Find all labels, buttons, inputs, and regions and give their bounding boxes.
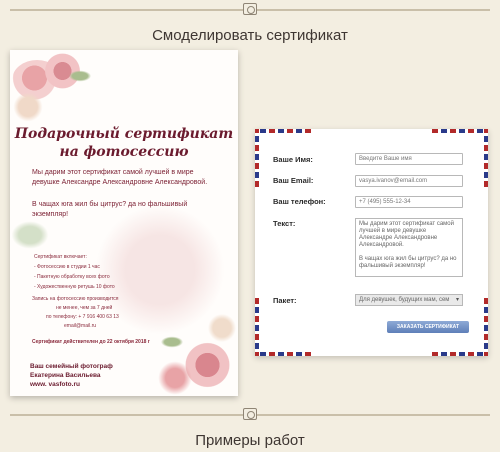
flower-decoration (10, 92, 46, 122)
certificate-includes-label: Сертификат включает: (34, 254, 87, 260)
certificate-booking-line: по телефону: + 7 916 400 63 13 (46, 314, 119, 320)
certificate-message-line2: девушке Александре Александровне Алексан… (32, 179, 208, 186)
certificate-title-line1: Подарочный сертификат (14, 126, 234, 142)
leaf-decoration (10, 220, 50, 250)
certificate-booking-line: Запись на фотосессию производится (32, 296, 119, 302)
certificate-include-item: - Фотосессию в студии 1 час (34, 264, 100, 270)
airmail-stripe (484, 129, 488, 187)
flower-decoration (206, 312, 238, 344)
leaf-decoration (68, 70, 92, 82)
top-divider (10, 3, 490, 15)
order-certificate-button[interactable]: ЗАКАЗАТЬ СЕРТИФИКАТ (387, 321, 469, 333)
email-input[interactable]: vasya.ivanov@email.com (355, 175, 463, 187)
airmail-stripe (484, 298, 488, 356)
email-label: Ваш Email: (273, 176, 314, 185)
certificate-signature-line: Ваш семейный фотограф (30, 363, 113, 370)
certificate-booking-line: email@mail.ru (64, 323, 97, 329)
airmail-stripe (255, 129, 259, 187)
camera-icon (243, 3, 257, 15)
certificate-title-line2: на фотосессию (59, 144, 189, 160)
certificate-include-item: - Пакетную обработку всех фото (34, 274, 110, 280)
certificate-signature-line: Екатерина Васильева (30, 372, 101, 379)
bottom-divider (10, 408, 490, 420)
certificate-valid-until: Сертификат действителен до 22 октября 20… (32, 339, 150, 345)
section-title-model: Смоделировать сертификат (152, 27, 348, 44)
airmail-stripe (432, 129, 488, 133)
airmail-stripe (255, 298, 259, 356)
text-label: Текст: (273, 219, 296, 228)
section-title-examples: Примеры работ (195, 432, 305, 449)
phone-label: Ваш телефон: (273, 197, 326, 206)
name-label: Ваше Имя: (273, 155, 313, 164)
certificate-message-line3: В чащах юга жил бы цитрус? да но фальшив… (32, 201, 188, 208)
certificate-signature-line: www. vasfoto.ru (30, 381, 80, 388)
leaf-decoration (160, 336, 184, 348)
certificate-booking-line: не менее, чем за 7 дней (56, 305, 113, 311)
chevron-down-icon: ▾ (455, 297, 459, 303)
package-select[interactable]: Для девушек, будущих мам, сем ▾ (355, 294, 463, 306)
phone-input[interactable]: +7 (495) 555-12-34 (355, 196, 463, 208)
text-textarea[interactable]: Мы дарим этот сертификат самой лучшей в … (355, 218, 463, 277)
airmail-stripe (255, 129, 311, 133)
certificate-message-line1: Мы дарим этот сертификат самой лучшей в … (32, 169, 194, 176)
camera-icon (243, 408, 257, 420)
name-input[interactable]: Введите Ваше имя (355, 153, 463, 165)
airmail-stripe (255, 352, 311, 356)
certificate-preview: Подарочный сертификат на фотосессию Мы д… (10, 50, 238, 396)
certificate-message-line4: экземпляр! (32, 211, 69, 218)
flower-decoration (155, 360, 195, 396)
package-select-value: Для девушек, будущих мам, сем (359, 297, 450, 303)
order-form: Ваше Имя: Введите Ваше имя Ваш Email: va… (255, 129, 488, 356)
package-label: Пакет: (273, 296, 297, 305)
certificate-include-item: - Художественную ретушь 10 фото (34, 284, 115, 290)
airmail-stripe (432, 352, 488, 356)
